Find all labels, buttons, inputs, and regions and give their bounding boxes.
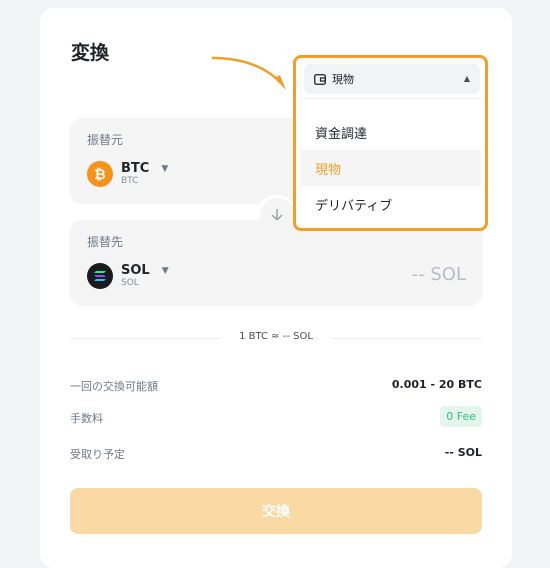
to-label: 振替先 xyxy=(87,235,124,249)
wallet-dropdown-selected: 現物 xyxy=(332,73,354,86)
from-coin-symbol: BTC xyxy=(121,161,150,176)
page-title: 変換 xyxy=(71,42,110,64)
limit-label: 一回の交換可能額 xyxy=(70,380,158,393)
receive-row: 受取り予定 -- SOL xyxy=(70,442,482,464)
caret-up-icon: ▲ xyxy=(463,74,470,83)
solana-icon xyxy=(87,263,113,289)
receive-value: -- SOL xyxy=(444,446,482,459)
wallet-dropdown: 現物 ▲ 資金調達 現物 デリバティブ xyxy=(293,55,488,231)
from-coin-selector[interactable]: ₿ BTC BTC ▼ xyxy=(87,161,168,187)
wallet-option-funding[interactable]: 資金調達 xyxy=(301,114,481,150)
fee-badge: 0 Fee xyxy=(440,406,482,427)
divider xyxy=(301,98,481,99)
from-label: 振替元 xyxy=(87,133,124,147)
wallet-option-derivatives[interactable]: デリバティブ xyxy=(301,186,481,222)
wallet-option-spot[interactable]: 現物 xyxy=(301,150,481,186)
fee-label: 手数料 xyxy=(70,412,103,425)
wallet-icon xyxy=(314,73,326,85)
limit-value: 0.001 - 20 BTC xyxy=(391,378,482,391)
bitcoin-icon: ₿ xyxy=(87,161,113,187)
exchange-rate-text: 1 BTC ≈ -- SOL xyxy=(239,331,313,342)
caret-down-icon: ▼ xyxy=(161,164,169,174)
to-panel: 振替先 SOL SOL ▼ -- SOL xyxy=(70,220,482,306)
divider xyxy=(332,338,482,339)
from-coin-name: BTC xyxy=(121,176,139,186)
limit-row: 一回の交換可能額 0.001 - 20 BTC xyxy=(70,374,482,396)
wallet-dropdown-toggle[interactable]: 現物 ▲ xyxy=(304,64,480,94)
to-coin-selector[interactable]: SOL SOL ▼ xyxy=(87,263,169,289)
to-coin-name: SOL xyxy=(121,278,139,288)
to-coin-symbol: SOL xyxy=(121,263,150,278)
to-amount: -- SOL xyxy=(411,264,466,285)
convert-button[interactable]: 交換 xyxy=(70,488,482,534)
caret-down-icon: ▼ xyxy=(161,266,169,276)
fee-row: 手数料 0 Fee xyxy=(70,406,482,428)
annotation-arrow-icon xyxy=(211,56,286,90)
receive-label: 受取り予定 xyxy=(70,448,125,461)
exchange-rate: 1 BTC ≈ -- SOL xyxy=(70,330,482,346)
